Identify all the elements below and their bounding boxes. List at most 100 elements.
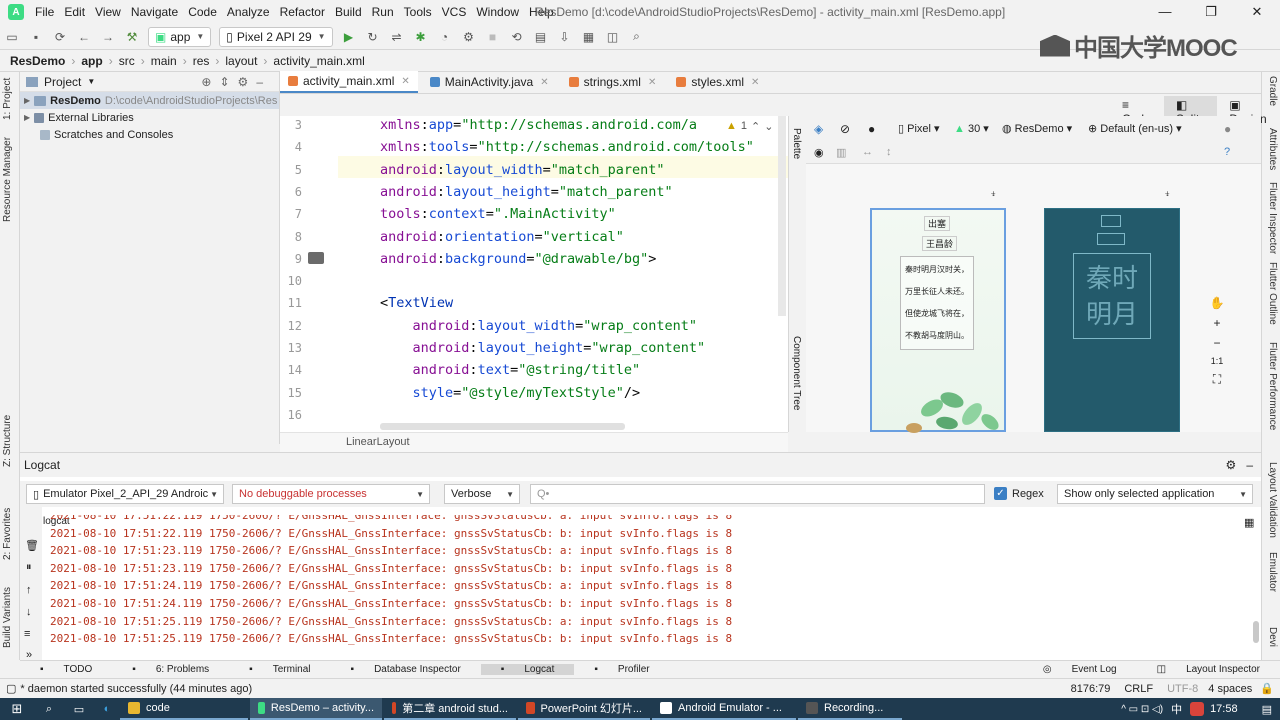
back-icon[interactable]: ← — [74, 27, 94, 47]
maximize-icon[interactable]: ❐ — [1188, 0, 1234, 24]
logcat-level-select[interactable]: Verbose ▼ — [444, 484, 520, 504]
breadcrumb-item[interactable]: layout — [221, 54, 261, 68]
component-tree-tab[interactable]: Component Tree — [791, 336, 802, 411]
editor-scrollbar[interactable] — [778, 116, 786, 316]
antivirus-icon[interactable] — [1190, 702, 1205, 716]
log-line[interactable]: 2021-08-10 17:51:25.119 1750-2606/? E/Gn… — [50, 613, 1250, 631]
run-icon[interactable]: ▶ — [339, 27, 359, 47]
menu-item-file[interactable]: File — [30, 0, 59, 24]
menu-item-navigate[interactable]: Navigate — [126, 0, 183, 24]
trash-icon[interactable]: 🗑 — [25, 539, 39, 552]
indent-setting[interactable]: 4 spaces — [1208, 683, 1252, 695]
taskbar-app[interactable]: PowerPoint 幻灯片... — [518, 698, 650, 720]
layout-inspector-tab[interactable]: ◫ Layout Inspector — [1137, 664, 1280, 675]
eye-icon[interactable]: ◉ — [814, 146, 824, 159]
log-line[interactable]: 2021-08-10 17:51:24.119 1750-2606/? E/Gn… — [50, 577, 1250, 595]
code-line[interactable]: style="@style/myTextStyle"/> — [380, 382, 641, 404]
edge-icon[interactable]: ◐ — [94, 703, 120, 715]
bottom-tab[interactable]: ▪ 6: Problems — [112, 664, 229, 675]
chevron-down-icon[interactable]: ▼ — [87, 77, 95, 86]
menu-item-tools[interactable]: Tools — [399, 0, 437, 24]
ime-indicator[interactable]: 中 — [1171, 701, 1182, 717]
zoom-in-icon[interactable]: + — [1213, 316, 1220, 330]
gear-icon[interactable]: ⚙ — [238, 75, 257, 89]
caret-position[interactable]: 8176:79 — [1071, 683, 1111, 695]
apply-code-changes-icon[interactable]: ⇌ — [387, 27, 407, 47]
breadcrumb-item[interactable]: app — [77, 54, 106, 68]
build-hammer-icon[interactable]: ⚒ — [122, 27, 142, 47]
stop-icon[interactable]: ■ — [483, 27, 503, 47]
notification-icon[interactable]: ▤ — [1262, 703, 1272, 716]
hide-icon[interactable]: – — [1246, 458, 1253, 472]
taskbar-app[interactable]: Recording... — [798, 698, 902, 720]
theme-select[interactable]: ◍ ResDemo ▾ — [1002, 122, 1072, 135]
clock[interactable]: 17:58 — [1210, 703, 1238, 715]
code-line[interactable]: tools:context=".MainActivity" — [380, 203, 616, 225]
log-line[interactable]: 2021-08-10 17:51:23.119 1750-2606/? E/Gn… — [50, 542, 1250, 560]
sdk-manager-icon[interactable]: ⇩ — [555, 27, 575, 47]
logcat-filter-select[interactable]: Show only selected application ▼ — [1057, 484, 1253, 504]
logcat-device-select[interactable]: ▯ Emulator Pixel_2_API_29 Androic ▼ — [26, 484, 224, 504]
collapse-icon[interactable]: ⇕ — [219, 75, 237, 89]
taskbar-app[interactable]: 第二章 android stud... — [384, 698, 516, 720]
close-icon[interactable]: ✕ — [540, 77, 548, 88]
chevron-right-icon[interactable]: ▶ — [24, 113, 30, 122]
bottom-tab[interactable]: ▪ Profiler — [574, 664, 669, 675]
logcat-search-input[interactable]: Q• — [530, 484, 985, 504]
blueprint-preview[interactable]: 秦时 明月 — [1044, 208, 1180, 432]
warning-icon[interactable]: ● — [1224, 122, 1231, 136]
taskbar-app[interactable]: ResDemo – activity... — [250, 698, 382, 720]
breadcrumb-item[interactable]: activity_main.xml — [269, 54, 368, 68]
event-log-tab[interactable]: ◎ Event Log — [1023, 664, 1137, 675]
close-icon[interactable]: ✕ — [751, 77, 759, 88]
debug-icon[interactable]: ✱ — [411, 27, 431, 47]
code-line[interactable]: xmlns:tools="http://schemas.android.com/… — [380, 136, 754, 158]
taskbar-app[interactable]: Android Emulator - ... — [652, 698, 796, 720]
tool-tab-attributes[interactable]: Attributes — [1267, 128, 1278, 170]
menu-item-edit[interactable]: Edit — [59, 0, 90, 24]
tool-tab-layout-validation[interactable]: Layout Validation — [1267, 462, 1278, 538]
tool-tab-device[interactable]: Devi — [1267, 627, 1278, 647]
menu-item-run[interactable]: Run — [367, 0, 399, 24]
editor-tab[interactable]: styles.xml ✕ — [668, 71, 767, 93]
menu-item-code[interactable]: Code — [183, 0, 222, 24]
open-folder-icon[interactable]: ▭ — [2, 27, 22, 47]
log-line[interactable]: 2021-08-10 17:51:23.119 1750-2606/? E/Gn… — [50, 560, 1250, 578]
code-line[interactable]: android:layout_width="match_parent" — [380, 159, 665, 181]
breadcrumb-item[interactable]: ResDemo — [6, 54, 69, 68]
logcat-scrollbar[interactable] — [1253, 621, 1259, 643]
search-everywhere-icon[interactable]: ⌕ — [627, 27, 647, 47]
code-line[interactable]: android:text="@string/title" — [380, 359, 641, 381]
line-separator[interactable]: CRLF — [1124, 683, 1153, 695]
attach-debugger-icon[interactable]: ⚙ — [459, 27, 479, 47]
guidelines-icon[interactable]: ▥ — [836, 146, 846, 159]
breadcrumb-item[interactable]: main — [147, 54, 181, 68]
minimize-icon[interactable]: — — [1142, 0, 1188, 24]
menu-item-vcs[interactable]: VCS — [437, 0, 472, 24]
tree-item-scratches[interactable]: Scratches and Consoles — [20, 126, 279, 143]
bottom-tab[interactable]: ▪ Database Inspector — [331, 664, 481, 675]
checkbox-checked-icon[interactable]: ✓ — [994, 487, 1007, 500]
pan-hand-icon[interactable]: ✋ — [1210, 296, 1225, 310]
device-select[interactable]: ▯ Pixel 2 API 29 ▼ — [219, 26, 333, 47]
tool-tab-favorites[interactable]: 2: Favorites — [2, 508, 13, 560]
project-structure-icon[interactable]: ▦ — [579, 27, 599, 47]
log-line[interactable]: 2021-08-10 17:51:24.119 1750-2606/? E/Gn… — [50, 595, 1250, 613]
log-line[interactable]: 2021-08-10 17:51:22.119 1750-2606/? E/Gn… — [50, 525, 1250, 543]
layout-preview[interactable]: 出塞 王昌龄 秦时明月汉时关， 万里长征人未还。 但使龙城飞将在， 不教胡马度阴… — [870, 208, 1006, 433]
logcat-lines[interactable]: 2021-08-10 17:51:22.119 1750-2606/? E/Gn… — [50, 515, 1250, 661]
zoom-fit-icon[interactable]: ⛶ — [1213, 372, 1221, 387]
inspection-widget[interactable]: ▲ 1 ⌃ ⌄ — [726, 120, 773, 133]
editor-breadcrumb-label[interactable]: LinearLayout — [346, 436, 410, 448]
file-encoding[interactable]: UTF-8 — [1167, 683, 1198, 695]
tool-tab-build-variants[interactable]: Build Variants — [2, 587, 13, 648]
code-line[interactable]: android:layout_height="wrap_content" — [380, 337, 706, 359]
pause-icon[interactable]: ⏸ — [26, 561, 32, 574]
chevron-right-icon[interactable]: ▶ — [24, 96, 30, 105]
sync-gradle-icon[interactable]: ⟲ — [507, 27, 527, 47]
help-icon[interactable]: ? — [1224, 146, 1230, 158]
editor-tab[interactable]: MainActivity.java ✕ — [422, 71, 557, 93]
locale-select[interactable]: ⊕ Default (en-us) ▾ — [1088, 122, 1182, 135]
code-editor[interactable]: 3 4 5 6 7 8 9 10 11 12 13 14 15 16 xmlns:app="http://… — [280, 116, 788, 432]
profile-icon[interactable]: ◔ — [435, 27, 455, 47]
